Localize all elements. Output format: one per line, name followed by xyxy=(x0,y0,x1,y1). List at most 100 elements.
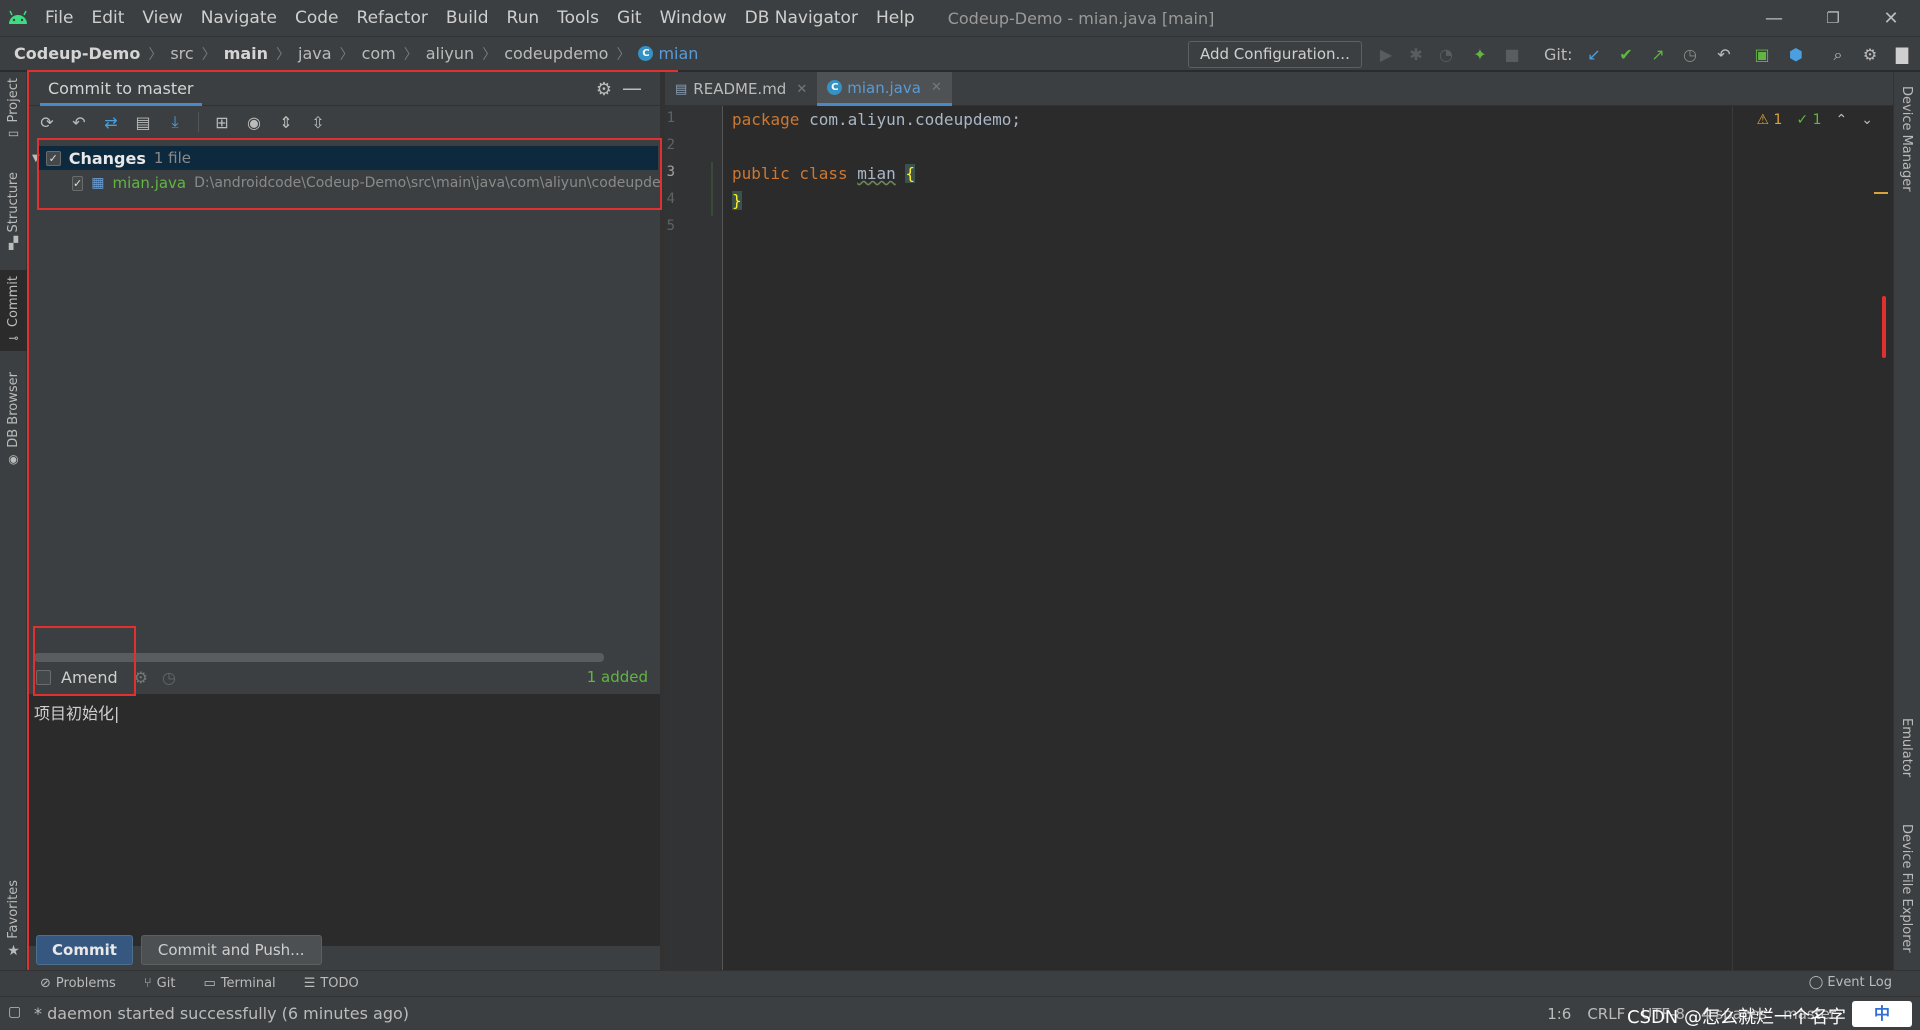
breadcrumb-class-mian[interactable]: mian xyxy=(658,44,698,63)
status-message[interactable]: * daemon started successfully (6 minutes… xyxy=(34,1004,409,1023)
breadcrumb-aliyun[interactable]: aliyun xyxy=(426,44,474,63)
star-icon: ★ xyxy=(7,942,20,959)
changes-group-row[interactable]: ▼ ✓ Changes 1 file xyxy=(32,146,658,170)
vertical-scrollbar[interactable] xyxy=(1882,296,1886,358)
ok-count[interactable]: ✓ 1 xyxy=(1796,112,1821,128)
commit-and-push-button[interactable]: Commit and Push... xyxy=(140,935,322,965)
group-by-icon[interactable]: ⊞ xyxy=(209,109,235,135)
tab-structure[interactable]: Structure ▞ xyxy=(0,172,27,250)
tool-git[interactable]: ⑂ Git xyxy=(144,976,176,991)
tool-problems[interactable]: ⊘ Problems xyxy=(40,976,116,991)
tab-commit[interactable]: Commit ⊸ xyxy=(0,270,27,352)
tab-project[interactable]: Project ▭ xyxy=(0,78,27,140)
search-icon[interactable]: ⌕ xyxy=(1824,37,1852,72)
menu-git[interactable]: Git xyxy=(608,0,651,36)
menu-build[interactable]: Build xyxy=(437,0,498,36)
breadcrumb-main[interactable]: main xyxy=(224,44,268,63)
commit-options-gear-icon[interactable]: ⚙ xyxy=(134,668,148,687)
menu-view[interactable]: View xyxy=(133,0,191,36)
git-rollback-icon[interactable]: ↶ xyxy=(1710,37,1738,72)
debug-icon[interactable]: ✱ xyxy=(1402,37,1430,72)
warning-count[interactable]: ⚠ 1 xyxy=(1757,112,1783,128)
menu-code[interactable]: Code xyxy=(286,0,348,36)
file-path: D:\androidcode\Codeup-Demo\src\main\java… xyxy=(194,175,660,191)
breadcrumb-src[interactable]: src xyxy=(170,44,193,63)
add-configuration-button[interactable]: Add Configuration... xyxy=(1188,41,1362,68)
run-icon[interactable]: ▶ xyxy=(1372,37,1400,72)
menu-db-navigator[interactable]: DB Navigator xyxy=(736,0,867,36)
git-commit-icon[interactable]: ✔ xyxy=(1612,37,1640,72)
collapse-all-icon[interactable]: ⇳ xyxy=(305,109,331,135)
file-checkbox[interactable]: ✓ xyxy=(72,175,84,191)
breadcrumb-java[interactable]: java xyxy=(298,44,332,63)
refresh-icon[interactable]: ⟳ xyxy=(34,109,60,135)
menu-help[interactable]: Help xyxy=(867,0,924,36)
profile-icon[interactable]: ◔ xyxy=(1432,37,1460,72)
device-manager-icon[interactable]: ▣ xyxy=(1748,37,1776,72)
event-log[interactable]: ◯ Event Log xyxy=(1809,975,1892,990)
tab-readme[interactable]: ▤ README.md ✕ xyxy=(665,72,817,106)
shelve-icon[interactable]: ▤ xyxy=(130,109,156,135)
menu-window[interactable]: Window xyxy=(651,0,736,36)
download-icon[interactable]: ⤓ xyxy=(162,109,188,135)
warning-stripe-marker[interactable] xyxy=(1874,192,1888,194)
event-log-icon: ◯ xyxy=(1808,975,1824,990)
close-tab-icon[interactable]: ✕ xyxy=(931,80,942,95)
close-tab-icon[interactable]: ✕ xyxy=(796,82,807,97)
breadcrumb-project[interactable]: Codeup-Demo xyxy=(14,44,140,63)
breadcrumb-com[interactable]: com xyxy=(362,44,396,63)
menu-refactor[interactable]: Refactor xyxy=(348,0,437,36)
line-number: 3 xyxy=(666,164,675,180)
status-toggle-icon[interactable]: ▢ xyxy=(8,1004,21,1020)
commit-to-master-tab[interactable]: Commit to master xyxy=(40,72,202,106)
menu-edit[interactable]: Edit xyxy=(82,0,133,36)
gear-icon[interactable]: ⚙ xyxy=(596,79,612,100)
minimize-panel-icon[interactable]: — xyxy=(622,76,642,100)
commit-history-icon[interactable]: ◷ xyxy=(162,668,176,687)
user-avatar-icon[interactable]: ▇ xyxy=(1888,37,1916,72)
minimize-button[interactable]: — xyxy=(1745,0,1803,36)
restore-button[interactable]: ❐ xyxy=(1804,0,1862,36)
gear-icon[interactable]: ⚙ xyxy=(1856,37,1884,72)
amend-checkbox[interactable] xyxy=(36,669,51,685)
menu-navigate[interactable]: Navigate xyxy=(192,0,286,36)
eye-icon[interactable]: ◉ xyxy=(241,109,267,135)
horizontal-scrollbar[interactable] xyxy=(34,653,604,662)
rollback-icon[interactable]: ↶ xyxy=(66,109,92,135)
git-push-icon[interactable]: ↗ xyxy=(1644,37,1672,72)
tab-emulator[interactable]: Emulator xyxy=(1899,718,1914,777)
stop-icon[interactable]: ■ xyxy=(1498,37,1526,72)
code-editor[interactable]: package com.aliyun.codeupdemo; public cl… xyxy=(724,106,1893,970)
tab-device-manager[interactable]: Device Manager xyxy=(1899,86,1914,192)
close-button[interactable]: ✕ xyxy=(1862,0,1920,36)
amend-label[interactable]: Amend xyxy=(61,668,118,687)
commit-button[interactable]: Commit xyxy=(36,935,133,965)
menu-file[interactable]: File xyxy=(36,0,82,36)
git-update-icon[interactable]: ↙ xyxy=(1580,37,1608,72)
chevron-down-icon[interactable]: ▼ xyxy=(32,153,40,164)
menu-run[interactable]: Run xyxy=(498,0,549,36)
text-cursor: | xyxy=(114,704,120,723)
tool-todo[interactable]: ☰ TODO xyxy=(304,976,359,991)
changed-file-row[interactable]: ✓ ▦ mian.java D:\androidcode\Codeup-Demo… xyxy=(72,172,660,194)
tab-db-browser[interactable]: DB Browser ◉ xyxy=(0,372,27,466)
tool-terminal[interactable]: ▭ Terminal xyxy=(203,976,275,991)
line-separator[interactable]: CRLF xyxy=(1587,1005,1625,1023)
commit-message-input[interactable]: 项目初始化 xyxy=(34,704,114,723)
commit-message-area[interactable]: 项目初始化| xyxy=(28,694,660,946)
tab-device-file-explorer[interactable]: Device File Explorer xyxy=(1899,824,1914,953)
tab-mian-java[interactable]: C mian.java ✕ xyxy=(817,72,952,106)
changes-checkbox[interactable]: ✓ xyxy=(45,150,61,166)
expand-all-icon[interactable]: ⇕ xyxy=(273,109,299,135)
inspection-widget[interactable]: ⚠ 1 ✓ 1 ⌃ ⌄ xyxy=(1757,112,1873,128)
sdk-manager-icon[interactable]: ⬢ xyxy=(1782,37,1810,72)
git-history-icon[interactable]: ◷ xyxy=(1676,37,1704,72)
breadcrumb-codeupdemo[interactable]: codeupdemo xyxy=(504,44,608,63)
chevron-up-icon[interactable]: ⌃ xyxy=(1836,112,1848,128)
chevron-down-icon[interactable]: ⌄ xyxy=(1861,112,1873,128)
show-diff-icon[interactable]: ⇄ xyxy=(98,109,124,135)
tab-favorites[interactable]: Favorites ★ xyxy=(0,880,27,959)
caret-position[interactable]: 1:6 xyxy=(1547,1005,1571,1023)
menu-tools[interactable]: Tools xyxy=(548,0,608,36)
sync-gradle-icon[interactable]: ✦ xyxy=(1466,37,1494,72)
